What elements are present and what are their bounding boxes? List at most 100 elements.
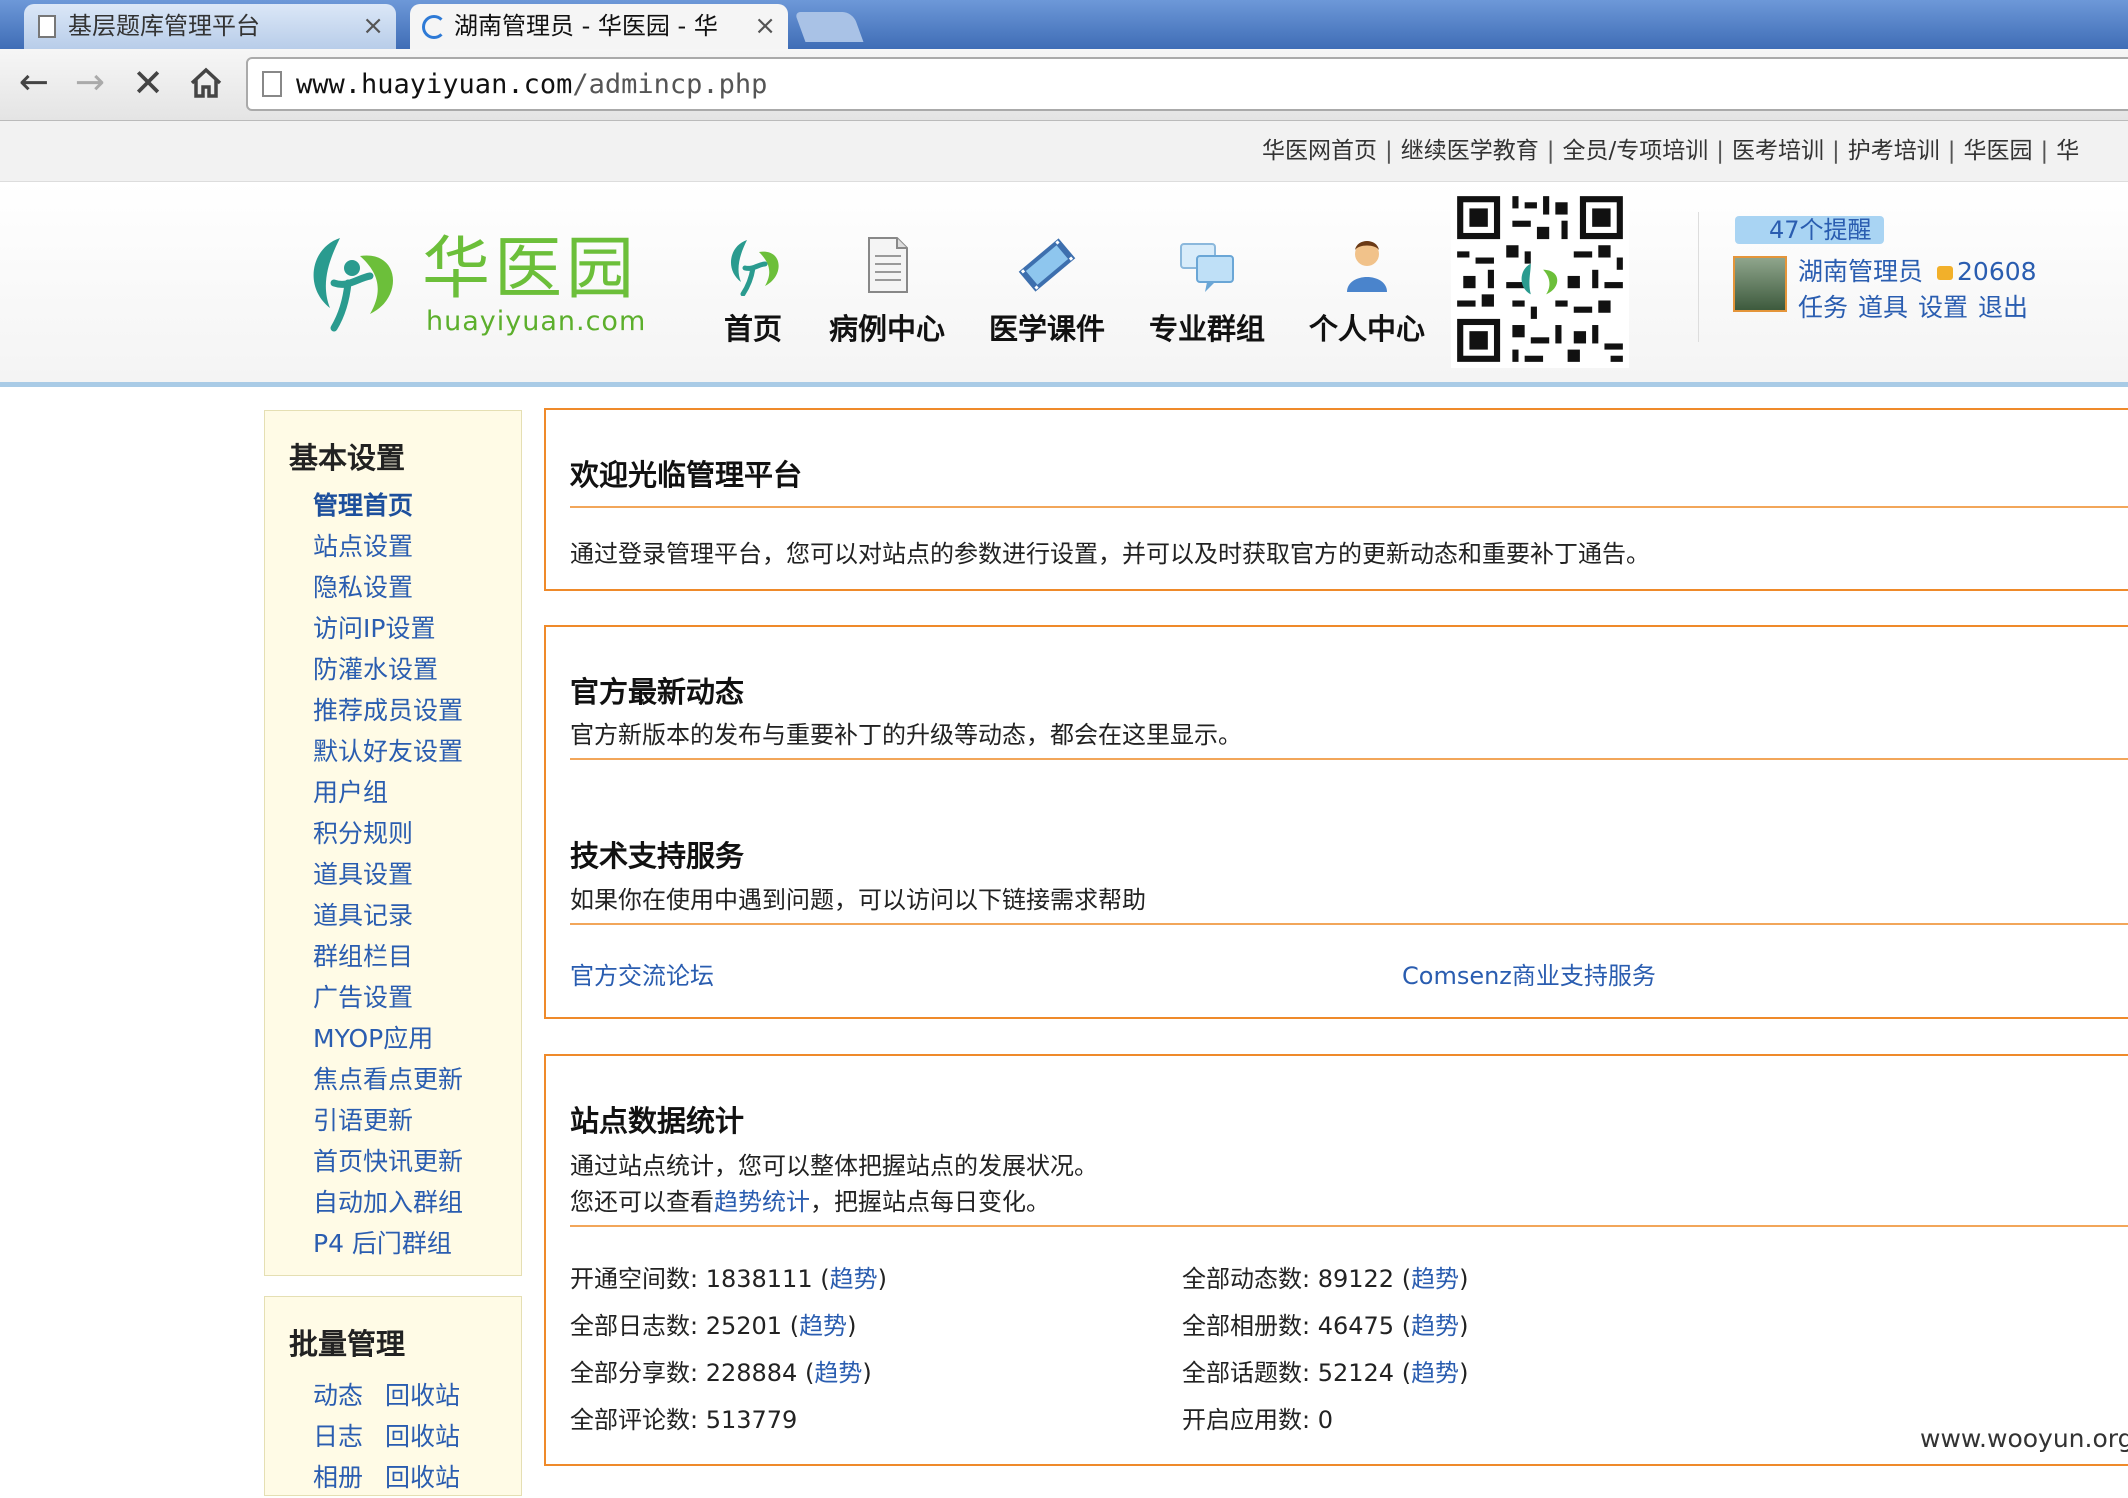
recycle-bin-link[interactable]: 回收站 [385,1463,460,1492]
recycle-bin-link[interactable]: 回收站 [385,1422,460,1451]
trend-link[interactable]: 趋势 [1411,1359,1459,1387]
nav-cases[interactable]: 病例中心 [812,234,962,348]
sidebar-item-label[interactable]: 站点设置 [313,532,413,561]
sidebar-item-label[interactable]: 隐私设置 [313,573,413,602]
trend-link[interactable]: 趋势 [1411,1265,1459,1293]
sidebar-item[interactable]: 管理首页 [313,485,463,526]
trend-link[interactable]: 趋势 [799,1312,847,1340]
leaf-logo-icon [730,240,779,296]
batch-item-link[interactable]: 相册 [313,1463,363,1492]
sidebar-batch-menu: 动态 回收站 日志 回收站 相册 回收站 [313,1375,482,1498]
stat-label: 开启应用数: 0 [1182,1406,1333,1434]
comsenz-support-link[interactable]: Comsenz商业支持服务 [1402,956,1656,991]
close-icon[interactable]: × [362,4,384,49]
nav-home[interactable]: 首页 [678,234,828,348]
sidebar-item[interactable]: P4 后门群组 [313,1223,463,1264]
sidebar-item-label[interactable]: 防灌水设置 [313,655,438,684]
top-link[interactable]: 华 [2056,138,2079,164]
sidebar-item-label[interactable]: 用户组 [313,778,388,807]
back-arrow-icon[interactable]: ← [14,63,54,103]
sidebar-item-label[interactable]: MYOP应用 [313,1024,433,1053]
top-link[interactable]: 华医园 [1964,138,2033,164]
sidebar-item-label[interactable]: 默认好友设置 [313,737,463,766]
loading-spinner-icon [422,15,446,39]
sidebar-item-label[interactable]: 广告设置 [313,983,413,1012]
page-icon [38,15,56,38]
sidebar-item-label[interactable]: 首页快讯更新 [313,1147,463,1176]
forward-arrow-icon[interactable]: → [70,63,110,103]
divider [570,506,2128,508]
trend-link[interactable]: 趋势 [1411,1312,1459,1340]
settings-link[interactable]: 设置 [1918,293,1968,322]
sidebar-item[interactable]: 自动加入群组 [313,1182,463,1223]
home-icon[interactable] [186,63,226,103]
top-link[interactable]: 护考培训 [1848,138,1940,164]
notification-badge[interactable]: 47个提醒 [1735,216,1884,244]
sidebar-item[interactable]: 广告设置 [313,977,463,1018]
username-link[interactable]: 湖南管理员 [1798,257,1923,286]
new-tab-button[interactable] [794,12,864,42]
browser-tab-1[interactable]: 基层题库管理平台 × [24,4,396,49]
top-link[interactable]: 华医网首页 [1262,138,1377,164]
sidebar-item-label[interactable]: 访问IP设置 [313,614,435,643]
stop-icon[interactable]: ✕ [128,63,168,103]
sidebar-item[interactable]: 默认好友设置 [313,731,463,772]
sidebar-item-label[interactable]: 群组栏目 [313,942,413,971]
sidebar-item-label[interactable]: 推荐成员设置 [313,696,463,725]
sidebar-item[interactable]: 群组栏目 [313,936,463,977]
sidebar-item[interactable]: 防灌水设置 [313,649,463,690]
stat-label: 全部日志数: 25201 [570,1312,783,1340]
nav-label: 首页 [723,312,782,346]
sidebar-item-label[interactable]: 焦点看点更新 [313,1065,463,1094]
batch-item-link[interactable]: 动态 [313,1381,363,1410]
avatar[interactable] [1733,256,1787,312]
trend-link[interactable]: 趋势 [814,1359,862,1387]
browser-tab-2[interactable]: 湖南管理员 - 华医园 - 华 × [410,4,788,49]
sidebar-item[interactable]: 首页快讯更新 [313,1141,463,1182]
sidebar-item[interactable]: 访问IP设置 [313,608,463,649]
stat-item: 全部话题数: 52124 (趋势) [1182,1359,1469,1387]
sidebar-item[interactable]: 隐私设置 [313,567,463,608]
tasks-link[interactable]: 任务 [1798,293,1848,322]
sidebar-item[interactable]: 道具记录 [313,895,463,936]
top-link[interactable]: 全员/专项培训 [1563,138,1709,164]
logout-link[interactable]: 退出 [1978,293,2028,322]
sidebar-item-label[interactable]: 管理首页 [313,491,413,520]
sidebar-item-label[interactable]: 自动加入群组 [313,1188,463,1217]
sidebar-menu: 管理首页站点设置隐私设置访问IP设置 防灌水设置推荐成员设置 默认好友设置 用户组积分… [313,485,463,1264]
divider [570,758,2128,760]
sidebar-item[interactable]: 推荐成员设置 [313,690,463,731]
stat-label: 全部动态数: 89122 [1182,1265,1395,1293]
recycle-bin-link[interactable]: 回收站 [385,1381,460,1410]
props-link[interactable]: 道具 [1858,293,1908,322]
sidebar-item[interactable]: 道具设置 [313,854,463,895]
sidebar-item[interactable]: 站点设置 [313,526,463,567]
sidebar-item[interactable]: 用户组 [313,772,463,813]
nav-courseware[interactable]: 医学课件 [972,234,1122,348]
nav-personal[interactable]: 个人中心 [1292,234,1442,348]
url-text[interactable]: www.huayiyuan.com/admincp.php [296,67,767,103]
sidebar-item-label[interactable]: P4 后门群组 [313,1229,452,1258]
sidebar-item[interactable]: 积分规则 [313,813,463,854]
sidebar-basic-settings: 基本设置 管理首页 站点设置 隐私设置 访问IP设置 防灌水设置 推荐成员设置 默认好友设置… [264,410,522,1276]
sidebar-item-label[interactable]: 引语更新 [313,1106,413,1135]
site-logo[interactable]: 华医园 huayiyuan.com [300,228,645,338]
batch-item-link[interactable]: 日志 [313,1422,363,1451]
top-link[interactable]: 医考培训 [1732,138,1824,164]
header-divider [1698,212,1699,342]
nav-groups[interactable]: 专业群组 [1132,234,1282,348]
address-bar[interactable]: www.huayiyuan.com/admincp.php [246,57,2128,111]
sidebar-item-label[interactable]: 道具设置 [313,860,413,889]
stat-item: 开通空间数: 1838111 (趋势) [570,1265,887,1293]
close-icon[interactable]: × [754,4,776,49]
trend-stats-link[interactable]: 趋势统计 [714,1188,810,1216]
sidebar-item-label[interactable]: 道具记录 [313,901,413,930]
trend-link[interactable]: 趋势 [830,1265,878,1293]
sidebar-item[interactable]: 焦点看点更新 [313,1059,463,1100]
top-link[interactable]: 继续医学教育 [1401,138,1539,164]
sidebar-item-label[interactable]: 积分规则 [313,819,413,848]
official-forum-link[interactable]: 官方交流论坛 [570,956,714,991]
sidebar-item[interactable]: MYOP应用 [313,1018,463,1059]
sidebar-item[interactable]: 引语更新 [313,1100,463,1141]
logo-domain: huayiyuan.com [426,306,647,337]
